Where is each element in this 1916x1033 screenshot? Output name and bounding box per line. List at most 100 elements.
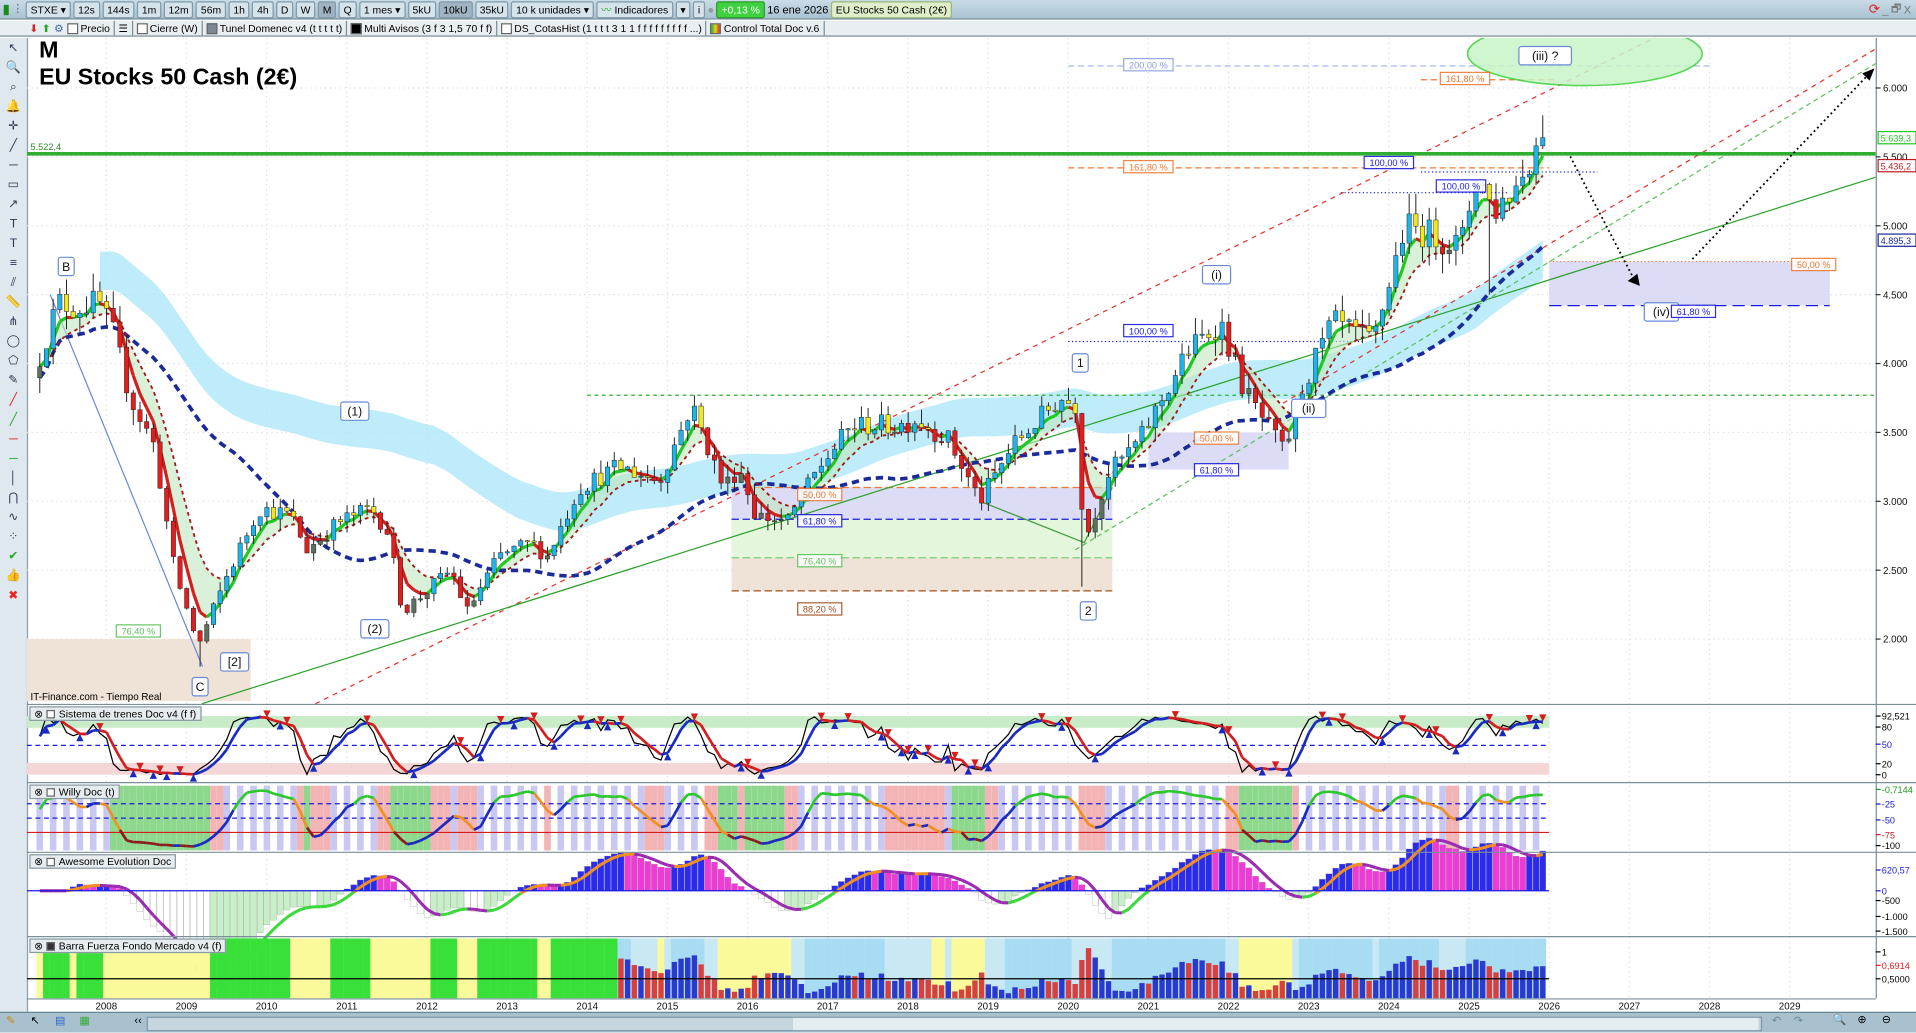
strength-bar (1032, 987, 1037, 999)
strength-bar (792, 979, 797, 998)
awesome-bar (458, 891, 464, 908)
awesome-bar (297, 891, 303, 907)
signal-segment (888, 736, 895, 742)
layout-icon[interactable]: ▦ (79, 1014, 89, 1027)
strength-bar (1246, 985, 1251, 998)
signal-segment (1082, 741, 1089, 751)
awesome-signal-segment (1122, 909, 1129, 913)
candle (732, 477, 736, 483)
strength-bar (1280, 981, 1285, 998)
strength-bg (611, 938, 618, 998)
awesome-signal-segment (935, 874, 942, 875)
strength-bg (263, 938, 270, 998)
signal-segment (808, 727, 815, 740)
strength-bar (1520, 970, 1525, 998)
signal-segment (1209, 724, 1216, 726)
strength-bar (759, 978, 764, 998)
close-panel-icon[interactable]: ⊗ (34, 940, 43, 952)
scroll-left-button[interactable]: ‹‹ (134, 1014, 141, 1026)
panel-axis-label: -1.000 (1882, 912, 1908, 922)
scrollbar-thumb[interactable] (793, 1018, 1758, 1030)
x-tick-label: 2016 (737, 1001, 759, 1012)
candle (539, 542, 543, 560)
awesome-signal-segment (534, 885, 541, 886)
strength-bg (457, 938, 464, 998)
candle (1220, 322, 1224, 340)
willy-line-segment (1195, 795, 1202, 796)
signal-segment (721, 758, 728, 762)
strength-bar (698, 964, 703, 998)
y-tick-label: 5.000 (1883, 221, 1908, 232)
candle (726, 477, 730, 483)
candle (839, 429, 843, 449)
panel-header-willy[interactable]: ⊗Willy Doc (t) (29, 784, 119, 799)
awesome-signal-segment (340, 897, 347, 901)
awesome-bar (718, 869, 724, 891)
strength-bar (1066, 980, 1071, 998)
candle (1187, 354, 1191, 355)
close-panel-icon[interactable]: ⊗ (34, 855, 43, 867)
candle (505, 552, 509, 553)
zoom-fit-icon[interactable]: 🔍 (1833, 1013, 1847, 1026)
signal-segment (140, 770, 147, 771)
wave-label: [2] (228, 655, 242, 669)
fib-label: 161,80 % (1129, 162, 1168, 172)
panel-header-awesome[interactable]: ⊗Awesome Evolution Doc (29, 854, 176, 869)
pencil-icon[interactable]: ✎ (6, 1014, 15, 1027)
panel-axis-label: 0,5000 (1882, 974, 1910, 984)
candle (1434, 220, 1438, 247)
x-tick-label: 2015 (657, 1001, 679, 1012)
awesome-signal-segment (567, 882, 574, 884)
horizontal-scrollbar[interactable] (147, 1017, 1762, 1032)
awesome-signal-segment (1089, 883, 1096, 890)
signal-segment (467, 750, 474, 757)
candle (1100, 499, 1104, 519)
panel-axis-label: 0 (1882, 886, 1887, 896)
fast-ema-segment (447, 578, 454, 579)
willy-line-segment (828, 794, 835, 795)
close-panel-icon[interactable]: ⊗ (34, 786, 43, 798)
strength-bar (1326, 970, 1331, 998)
price-tag: 5.436,2 (1881, 161, 1912, 171)
candle (579, 495, 583, 505)
fib-label: 88,20 % (803, 605, 837, 615)
strength-bg (404, 938, 411, 998)
strength-bar (812, 992, 817, 999)
awesome-signal-segment (307, 907, 314, 908)
panel-header-barra[interactable]: ⊗Barra Fuerza Fondo Mercado v4 (f) (29, 938, 226, 953)
zoom-in-icon[interactable]: ⊕ (1857, 1013, 1866, 1026)
fib-label: 61,80 % (803, 516, 837, 526)
candle (679, 430, 683, 445)
willy-line-segment (775, 839, 782, 841)
willy-line-segment (127, 840, 134, 842)
strength-bar (1406, 956, 1411, 998)
zoom-out-icon[interactable]: ⊖ (1882, 1013, 1891, 1026)
willy-line-segment (1095, 827, 1102, 828)
cursor-icon[interactable]: ↖ (31, 1014, 40, 1027)
awesome-signal-segment (701, 857, 708, 859)
awesome-signal-segment (1436, 840, 1443, 841)
close-panel-icon[interactable]: ⊗ (34, 708, 43, 720)
awesome-signal-segment (280, 917, 287, 923)
redo-icon[interactable]: ↷ (1794, 1014, 1803, 1027)
strength-bg (557, 938, 564, 998)
panel-header-trenes[interactable]: ⊗Sistema de trenes Doc v4 (f f) (29, 706, 201, 721)
wave-label: C (196, 680, 205, 694)
strength-bar (1226, 973, 1231, 999)
awesome-signal-segment (1142, 891, 1149, 896)
strength-bar (1487, 966, 1492, 998)
awesome-bar (945, 878, 951, 891)
signal-segment (1483, 721, 1490, 722)
strength-bg (491, 938, 498, 998)
candle (532, 541, 536, 542)
candle (772, 521, 776, 522)
signal-segment (347, 731, 354, 734)
candle (445, 573, 449, 574)
strength-bar (852, 976, 857, 998)
candle (1046, 406, 1050, 410)
strength-bar (1507, 972, 1512, 998)
price-chart[interactable]: 5.522,4BC[2](1)(2)12(i)(ii)(iii) ?(iv)20… (0, 0, 1916, 1031)
strength-bg (584, 938, 591, 998)
undo-icon[interactable]: ↶ (1772, 1014, 1781, 1027)
template-icon[interactable]: ▤ (55, 1014, 65, 1027)
